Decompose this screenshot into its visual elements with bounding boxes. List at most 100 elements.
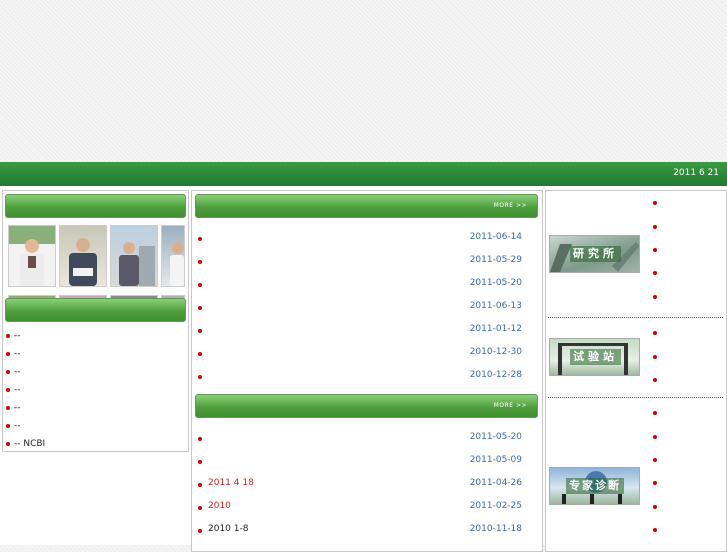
news-title[interactable]: 2011 4 18 [208, 478, 254, 488]
bullet-icon [6, 388, 10, 392]
news-date: 2011-05-09 [469, 455, 522, 465]
bullet-icon [653, 435, 657, 439]
bullet-icon [6, 334, 10, 338]
staff-photo-2[interactable] [59, 225, 107, 287]
link-item[interactable]: -- [6, 381, 45, 399]
bullet-icon [198, 437, 202, 441]
link-label: -- [14, 385, 21, 395]
thumb-label: 研究所 [570, 246, 621, 262]
bullet-icon [198, 352, 202, 356]
news-date: 2011-04-26 [469, 478, 522, 488]
link-label: -- [14, 349, 21, 359]
news-title[interactable]: 2010 [208, 501, 231, 511]
left-panel: -- -- -- -- -- -- -- NCBI [2, 190, 189, 452]
news-list-2: 2011-05-20 2011-05-09 2011 4 18 2011-04-2… [192, 426, 532, 541]
link-item[interactable]: -- [6, 327, 45, 345]
link-label: -- [14, 421, 21, 431]
right-panel: 研究所 试验站 专家诊断 [545, 190, 727, 552]
top-banner [0, 0, 727, 162]
thumb-label: 专家诊断 [566, 478, 624, 494]
news-item[interactable]: 2011-05-20 [192, 272, 532, 295]
bullet-icon [653, 411, 657, 415]
news-item[interactable]: 2010 1-8 2010-11-18 [192, 518, 532, 541]
bullet-icon [653, 458, 657, 462]
news-item[interactable]: 2010 2011-02-25 [192, 495, 532, 518]
news-item[interactable]: 2011-05-29 [192, 249, 532, 272]
bullet-icon [198, 329, 202, 333]
expert-diagnosis-thumb[interactable]: 专家诊断 [549, 467, 640, 505]
more-link-2[interactable]: MORE >> [494, 402, 527, 409]
news-item[interactable]: 2011 4 18 2011-04-26 [192, 472, 532, 495]
staff-photo-3[interactable] [110, 225, 158, 287]
link-item[interactable]: -- [6, 345, 45, 363]
divider [548, 317, 723, 318]
research-institute-thumb[interactable]: 研究所 [549, 235, 640, 273]
news-header-bar-2: MORE >> [195, 394, 538, 418]
news-item[interactable]: 2011-06-13 [192, 295, 532, 318]
bullet-icon [198, 506, 202, 510]
bullet-icon [198, 529, 202, 533]
bullet-icon [6, 442, 10, 446]
bullet-icon [6, 370, 10, 374]
current-date: 2011 6 21 [673, 168, 719, 178]
news-date: 2011-05-20 [469, 432, 522, 442]
bullet-icon [653, 528, 657, 532]
news-item[interactable]: 2010-12-28 [192, 364, 532, 387]
bullet-icon [198, 483, 202, 487]
link-label: -- NCBI [14, 439, 46, 449]
divider [548, 397, 723, 398]
bullet-icon [653, 201, 657, 205]
bullet-icon [653, 225, 657, 229]
news-date: 2011-06-13 [469, 301, 522, 311]
news-list-1: 2011-06-14 2011-05-29 2011-05-20 2011-06… [192, 226, 532, 387]
bullet-icon [198, 306, 202, 310]
more-link-1[interactable]: MORE >> [494, 202, 527, 209]
middle-panel: MORE >> 2011-06-14 2011-05-29 2011-05-20… [191, 190, 543, 552]
bullet-icon [653, 355, 657, 359]
link-label: -- [14, 367, 21, 377]
staff-photo-4[interactable] [161, 225, 185, 287]
link-item[interactable]: -- [6, 363, 45, 381]
news-item[interactable]: 2011-06-14 [192, 226, 532, 249]
news-date: 2011-02-25 [469, 501, 522, 511]
link-label: -- [14, 331, 21, 341]
news-date: 2011-01-12 [469, 324, 522, 334]
link-item[interactable]: -- [6, 417, 45, 435]
news-date: 2011-05-29 [469, 255, 522, 265]
news-item[interactable]: 2011-01-12 [192, 318, 532, 341]
news-date: 2010-12-30 [469, 347, 522, 357]
bullet-icon [198, 460, 202, 464]
test-station-thumb[interactable]: 试验站 [549, 338, 640, 376]
news-title[interactable]: 2010 1-8 [208, 524, 248, 534]
bullet-icon [6, 352, 10, 356]
thumb-label: 试验站 [570, 349, 621, 365]
bullet-icon [198, 237, 202, 241]
bullet-icon [198, 375, 202, 379]
bullet-icon [653, 505, 657, 509]
news-date: 2010-11-18 [469, 524, 522, 534]
news-date: 2011-05-20 [469, 278, 522, 288]
bullet-icon [653, 248, 657, 252]
left-header-bar [5, 194, 186, 218]
news-item[interactable]: 2011-05-09 [192, 449, 532, 472]
news-item[interactable]: 2010-12-30 [192, 341, 532, 364]
bullet-icon [653, 295, 657, 299]
nav-bar: 2011 6 21 [0, 162, 727, 186]
news-header-bar-1: MORE >> [195, 194, 538, 218]
link-item[interactable]: -- NCBI [6, 435, 45, 453]
bullet-icon [6, 424, 10, 428]
left-link-list: -- -- -- -- -- -- -- NCBI [6, 327, 45, 453]
news-item[interactable]: 2011-05-20 [192, 426, 532, 449]
bullet-icon [653, 378, 657, 382]
staff-photo-1[interactable] [8, 225, 56, 287]
bullet-icon [198, 260, 202, 264]
news-date: 2010-12-28 [469, 370, 522, 380]
news-date: 2011-06-14 [469, 232, 522, 242]
bullet-icon [198, 283, 202, 287]
bullet-icon [653, 271, 657, 275]
bullet-icon [6, 406, 10, 410]
link-item[interactable]: -- [6, 399, 45, 417]
bullet-icon [653, 481, 657, 485]
bullet-icon [653, 331, 657, 335]
left-links-header-bar [5, 298, 186, 322]
